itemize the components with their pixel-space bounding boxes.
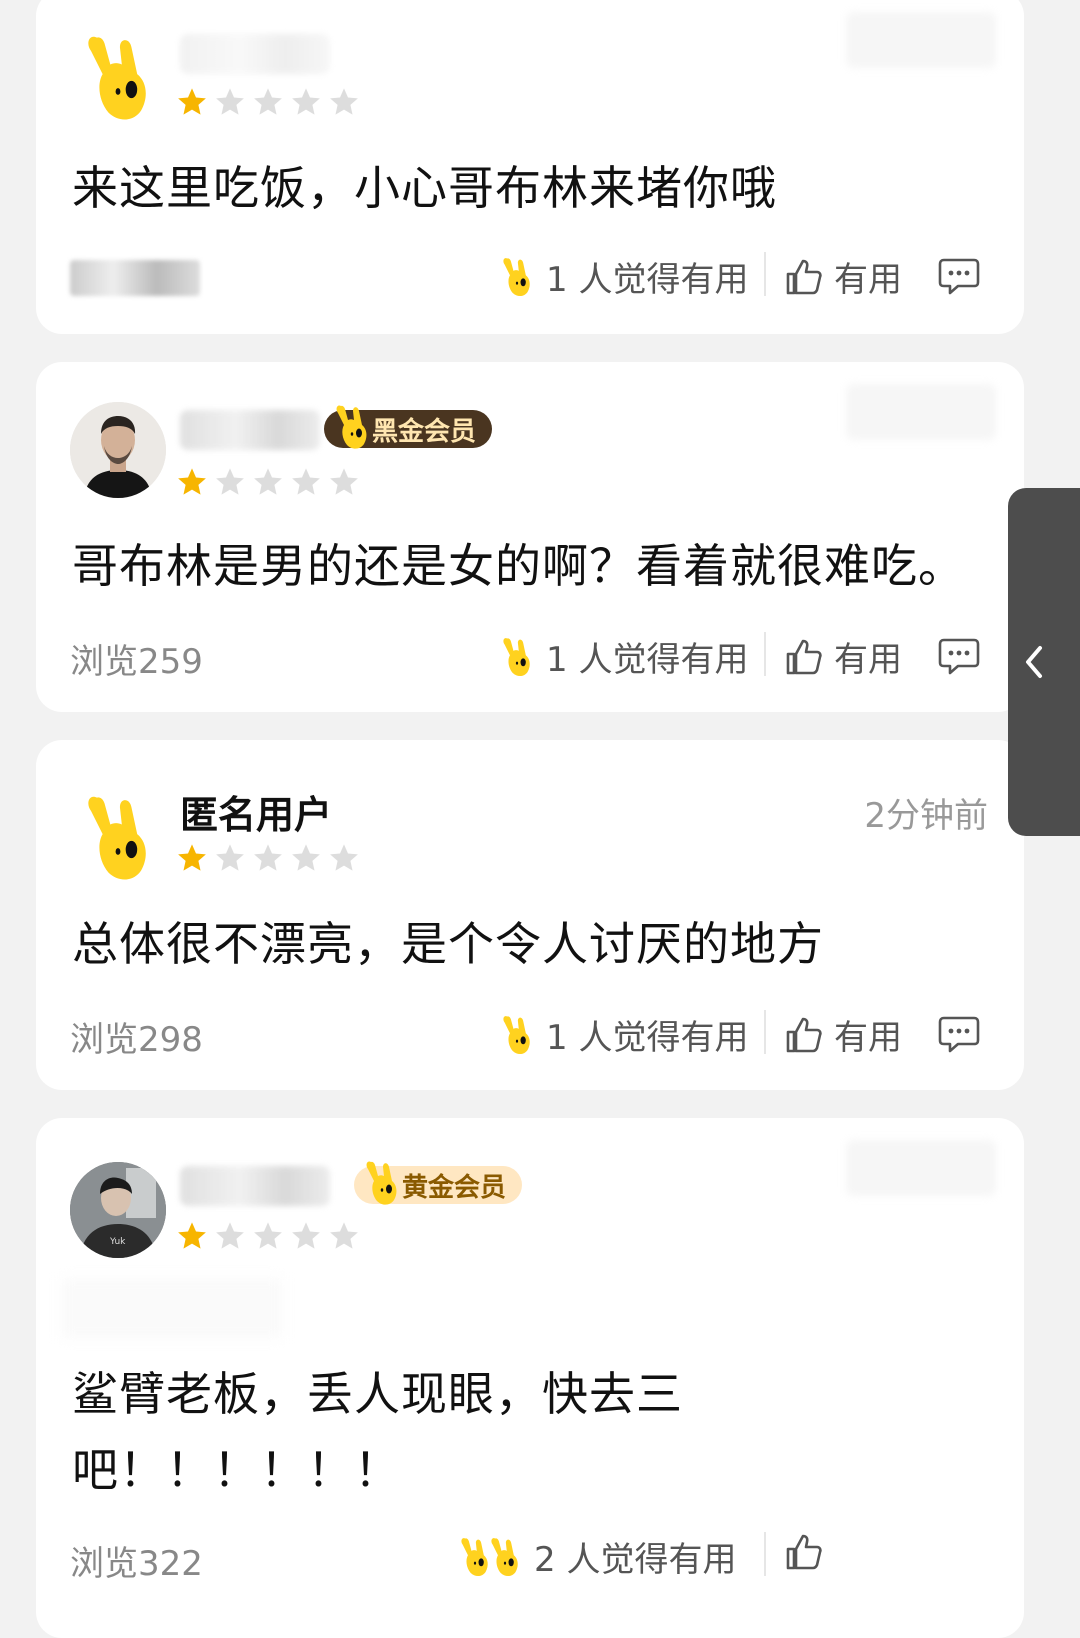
star-rating bbox=[176, 86, 360, 118]
comment-icon[interactable] bbox=[938, 636, 980, 676]
review-card: Yuk 黄金会员 鲨臂老板，丢人现眼，快去三 吧！！！！！！ 浏览322 2 人… bbox=[36, 1118, 1024, 1638]
time-blurred bbox=[846, 384, 996, 440]
star-icon bbox=[252, 1220, 284, 1252]
review-time: 2分钟前 bbox=[864, 796, 988, 836]
mascot-icon bbox=[498, 255, 536, 299]
user-name-blurred[interactable] bbox=[180, 1166, 330, 1206]
review-text-line2: 吧！！！！！！ bbox=[72, 1443, 401, 1497]
useful-button[interactable]: 有用 bbox=[784, 252, 902, 301]
comment-icon[interactable] bbox=[938, 1014, 980, 1054]
divider bbox=[764, 252, 766, 296]
star-icon bbox=[328, 1220, 360, 1252]
mascot-icon bbox=[498, 635, 536, 679]
useful-count: 1 人觉得有用 bbox=[498, 1010, 748, 1059]
mascot-icon bbox=[498, 1013, 536, 1057]
star-icon bbox=[328, 86, 360, 118]
thumbs-up-icon bbox=[784, 1015, 824, 1055]
star-icon bbox=[252, 466, 284, 498]
views-count: 浏览322 bbox=[70, 1544, 203, 1584]
membership-badge: 黄金会员 bbox=[354, 1166, 523, 1204]
star-rating bbox=[176, 1220, 360, 1252]
review-text: 总体很不漂亮，是个令人讨厌的地方 bbox=[72, 917, 824, 971]
mascot-badge-icon bbox=[360, 1158, 404, 1208]
review-card: 匿名用户 2分钟前 总体很不漂亮，是个令人讨厌的地方 浏览298 1 人觉得有用… bbox=[36, 740, 1024, 1090]
user-name[interactable]: 匿名用户 bbox=[180, 784, 332, 839]
star-icon bbox=[214, 842, 246, 874]
star-icon bbox=[328, 842, 360, 874]
review-text-line1: 鲨臂老板，丢人现眼，快去三 bbox=[72, 1367, 683, 1421]
svg-text:Yuk: Yuk bbox=[109, 1237, 126, 1247]
thumbs-up-icon bbox=[784, 637, 824, 677]
chevron-left-icon bbox=[1026, 646, 1042, 678]
review-card: 来这里吃饭，小心哥布林来堵你哦 1 人觉得有用 有用 bbox=[36, 0, 1024, 334]
star-rating bbox=[176, 466, 360, 498]
views-count: 浏览259 bbox=[70, 642, 203, 682]
star-icon bbox=[328, 466, 360, 498]
useful-count: 1 人觉得有用 bbox=[498, 252, 748, 301]
star-icon bbox=[290, 466, 322, 498]
star-icon bbox=[252, 842, 284, 874]
review-card: 黑金会员 哥布林是男的还是女的啊？看着就很难吃。 浏览259 1 人觉得有用 有… bbox=[36, 362, 1024, 712]
star-icon bbox=[176, 842, 208, 874]
time-blurred bbox=[846, 12, 996, 68]
user-avatar[interactable] bbox=[70, 402, 166, 498]
star-icon bbox=[176, 1220, 208, 1252]
useful-button[interactable]: 有用 bbox=[784, 632, 902, 681]
time-blurred bbox=[846, 1140, 996, 1196]
comment-icon[interactable] bbox=[938, 256, 980, 296]
user-name-blurred[interactable] bbox=[180, 410, 320, 450]
star-icon bbox=[214, 1220, 246, 1252]
star-icon bbox=[252, 86, 284, 118]
star-icon bbox=[290, 842, 322, 874]
divider bbox=[764, 1532, 766, 1576]
user-name-blurred[interactable] bbox=[180, 34, 330, 74]
views-count: 浏览298 bbox=[70, 1020, 203, 1060]
mascot-avatar-icon[interactable] bbox=[70, 30, 166, 126]
star-icon bbox=[214, 466, 246, 498]
side-drawer-tab[interactable] bbox=[1008, 488, 1080, 836]
mascot-avatar-icon[interactable] bbox=[70, 790, 166, 886]
useful-button[interactable] bbox=[784, 1532, 834, 1572]
star-rating bbox=[176, 842, 360, 874]
membership-badge: 黑金会员 bbox=[324, 410, 493, 448]
divider bbox=[764, 632, 766, 676]
person-photo-icon: Yuk bbox=[70, 1162, 166, 1258]
views-count-blurred bbox=[70, 260, 200, 296]
mascot-icon bbox=[486, 1535, 524, 1579]
person-photo-icon bbox=[70, 402, 166, 498]
thumbs-up-icon bbox=[784, 257, 824, 297]
star-icon bbox=[290, 1220, 322, 1252]
mascot-badge-icon bbox=[330, 402, 374, 452]
useful-button[interactable]: 有用 bbox=[784, 1010, 902, 1059]
thumbs-up-icon bbox=[784, 1532, 824, 1572]
blurred-line bbox=[62, 1278, 282, 1338]
user-avatar[interactable]: Yuk bbox=[70, 1162, 166, 1258]
star-icon bbox=[176, 466, 208, 498]
star-icon bbox=[176, 86, 208, 118]
useful-count: 2 人觉得有用 bbox=[456, 1532, 736, 1581]
review-text: 来这里吃饭，小心哥布林来堵你哦 bbox=[72, 161, 777, 215]
review-text: 哥布林是男的还是女的啊？看着就很难吃。 bbox=[72, 539, 965, 593]
star-icon bbox=[214, 86, 246, 118]
useful-count: 1 人觉得有用 bbox=[498, 632, 748, 681]
divider bbox=[764, 1010, 766, 1054]
star-icon bbox=[290, 86, 322, 118]
